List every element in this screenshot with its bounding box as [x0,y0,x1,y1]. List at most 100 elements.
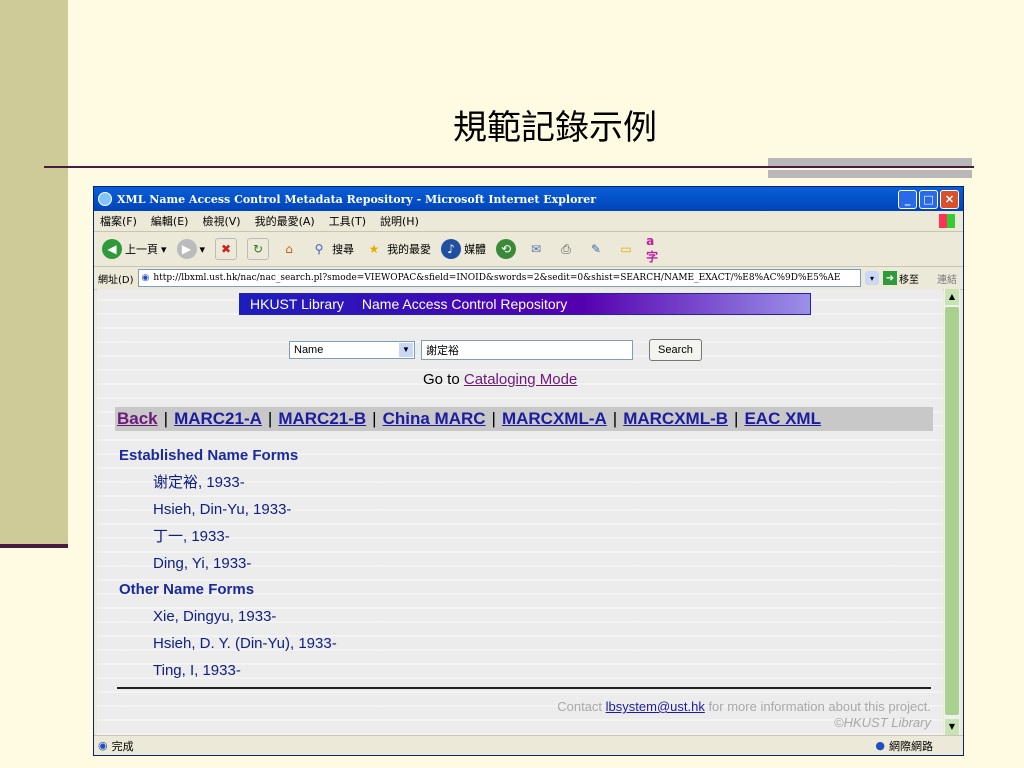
list-item: 谢定裕, 1933- [153,474,245,491]
tab-marcxml-a[interactable]: MARCXML-A [502,409,607,429]
menu-help[interactable]: 說明(H) [380,213,419,229]
go-arrow-icon: ➜ [883,271,897,285]
list-item: Ding, Yi, 1933- [153,555,252,572]
select-value: Name [294,344,324,356]
banner-library: HKUST Library [250,296,344,312]
list-item: Xie, Dingyu, 1933- [153,608,277,625]
address-bar: 網址(D) ◉ http://lbxml.ust.hk/nac/nac_sear… [94,267,963,290]
tab-eac-xml[interactable]: EAC XML [744,409,821,429]
back-label: 上一頁 [125,243,158,256]
contact-suffix: for more information about this project. [704,699,931,714]
zone-label: 網際網路 [889,739,933,753]
scroll-down-icon[interactable]: ▼ [945,719,959,735]
globe-icon: ● [875,739,885,752]
contact-email-link[interactable]: lbsystem@ust.hk [606,699,705,714]
status-bar: ◉ 完成 ● 網際網路 [94,735,963,755]
menu-edit[interactable]: 編輯(E) [151,213,189,229]
site-banner: HKUST Library Name Access Control Reposi… [239,293,811,315]
cataloging-mode-link[interactable]: Cataloging Mode [464,371,577,388]
status-text: 完成 [111,739,134,753]
media-icon: ♪ [441,239,462,259]
security-zone: ● 網際網路 [875,738,933,754]
title-accent-block [768,158,972,166]
tab-china-marc[interactable]: China MARC [383,409,486,429]
tab-marc21-a[interactable]: MARC21-A [174,409,262,429]
go-button[interactable]: ➜ 移至 [883,271,919,286]
media-button[interactable]: ♪ 媒體 [441,239,486,259]
search-icon: ⚲ [314,242,324,256]
links-label[interactable]: 連結 [937,271,957,286]
menu-file[interactable]: 檔案(F) [100,213,137,229]
browser-window: XML Name Access Control Metadata Reposit… [93,186,964,756]
edit-icon[interactable]: ✎ [586,239,606,259]
search-button[interactable]: ⚲ 搜尋 [309,239,354,259]
format-links: Back | MARC21-A | MARC21-B | China MARC | MA… [115,407,933,431]
mail-icon[interactable]: ✉ [526,239,546,259]
back-button[interactable]: ◀ 上一頁 ▾ [102,239,167,259]
toolbar: ◀ 上一頁 ▾ ▶ ▾ ✖ ↻ ⌂ ⚲ 搜尋 ★ 我的最愛 ♪ 媒體 ⟲ ✉ ⎙… [94,232,963,267]
copyright: ©HKUST Library [834,715,931,730]
list-item: Ting, I, 1933- [153,662,241,679]
page-icon: ◉ [141,273,150,283]
search-label: 搜尋 [332,243,355,256]
menu-view[interactable]: 檢視(V) [202,213,240,229]
forward-button[interactable]: ▶ ▾ [176,239,206,259]
address-text: http://lbxml.ust.hk/nac/nac_search.pl?sm… [153,273,841,283]
media-label: 媒體 [464,243,487,256]
folder-icon[interactable]: ▭ [616,239,636,259]
favorites-label: 我的最愛 [387,243,432,256]
tab-back[interactable]: Back [117,409,158,429]
search-row: Name ▼ 謝定裕 Search [289,339,702,361]
banner-repo: Name Access Control Repository [361,296,568,312]
vertical-scrollbar[interactable]: ▲ ▼ [944,289,960,735]
go-label: 移至 [899,274,919,286]
translate-icon[interactable]: a字 [646,234,666,264]
title-rule [44,166,974,168]
back-arrow-icon: ◀ [102,239,122,259]
star-icon: ★ [368,242,380,256]
refresh-icon[interactable]: ↻ [247,238,270,260]
tab-marcxml-b[interactable]: MARCXML-B [623,409,728,429]
search-input[interactable]: 謝定裕 [421,340,633,360]
maximize-button[interactable]: □ [919,189,938,209]
scroll-up-icon[interactable]: ▲ [945,289,959,305]
name-forms: Established Name Forms 谢定裕, 1933- Hsieh,… [119,443,337,684]
address-dropdown-icon[interactable]: ▾ [865,271,879,285]
goto-prefix: Go to [423,371,464,388]
window-title: XML Name Access Control Metadata Reposit… [117,192,597,206]
search-query: 謝定裕 [426,345,459,357]
chevron-down-icon: ▼ [399,343,413,357]
menu-favorites[interactable]: 我的最愛(A) [255,213,315,229]
forward-arrow-icon: ▶ [176,239,197,259]
windows-flag-icon [939,214,955,228]
established-heading: Established Name Forms [119,447,299,464]
address-label: 網址(D) [98,274,134,286]
print-icon[interactable]: ⎙ [556,239,576,259]
page-content: HKUST Library Name Access Control Reposi… [97,289,943,735]
contact-footer: Contact lbsystem@ust.hk for more informa… [557,699,931,731]
favorites-button[interactable]: ★ 我的最愛 [364,239,431,259]
menu-bar: 檔案(F) 編輯(E) 檢視(V) 我的最愛(A) 工具(T) 說明(H) [94,211,963,232]
history-icon[interactable]: ⟲ [496,239,517,259]
address-input[interactable]: ◉ http://lbxml.ust.hk/nac/nac_search.pl?… [137,269,861,287]
page-icon: ◉ [98,739,108,752]
divider [117,687,931,689]
list-item: Hsieh, D. Y. (Din-Yu), 1933- [153,635,337,652]
menu-tools[interactable]: 工具(T) [329,213,366,229]
other-heading: Other Name Forms [119,581,255,598]
minimize-button[interactable]: _ [898,189,917,209]
slide-left-accent [0,544,68,548]
ie-icon [98,192,112,206]
close-button[interactable]: ✕ [940,189,959,209]
search-field-select[interactable]: Name ▼ [289,341,415,359]
scroll-thumb[interactable] [945,307,959,715]
tab-marc21-b[interactable]: MARC21-B [278,409,366,429]
contact-prefix: Contact [557,699,606,714]
home-icon[interactable]: ⌂ [279,239,299,259]
list-item: 丁一, 1933- [153,528,230,545]
window-titlebar[interactable]: XML Name Access Control Metadata Reposit… [94,187,963,211]
dropdown-icon: ▾ [199,242,206,256]
search-submit-button[interactable]: Search [649,339,702,361]
title-accent-block-2 [768,170,972,178]
stop-icon[interactable]: ✖ [215,238,238,260]
